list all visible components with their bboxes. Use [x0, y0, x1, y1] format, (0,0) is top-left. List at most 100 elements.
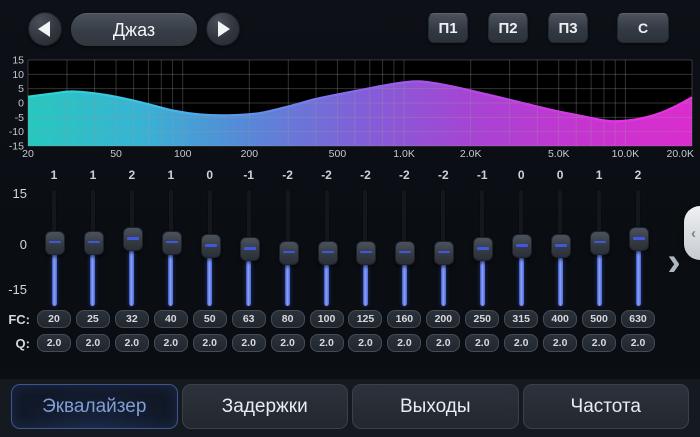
band-fc-button[interactable]: 100	[310, 310, 344, 328]
band-gain-slider[interactable]	[540, 188, 580, 308]
band-gain-value: 2	[112, 168, 152, 182]
preset-name[interactable]: Джаз	[71, 13, 197, 46]
band-q-button[interactable]: 2.0	[310, 334, 344, 352]
band-q-button[interactable]: 2.0	[426, 334, 460, 352]
band-gain-value: 0	[540, 168, 580, 182]
slider-thumb[interactable]	[279, 241, 299, 265]
slider-thumb[interactable]	[473, 237, 493, 261]
band-fc-button[interactable]: 630	[621, 310, 655, 328]
band-gain-slider[interactable]	[307, 188, 347, 308]
band-gain-slider[interactable]	[384, 188, 424, 308]
band-fc-button[interactable]: 25	[76, 310, 110, 328]
preset-next-button[interactable]	[206, 12, 240, 46]
slider-fill	[285, 261, 290, 306]
slider-thumb[interactable]	[434, 241, 454, 265]
svg-text:20.0K: 20.0K	[667, 148, 694, 160]
band-gain-slider[interactable]	[73, 188, 113, 308]
slider-thumb[interactable]	[356, 241, 376, 265]
thumb-accent-line	[283, 251, 295, 254]
slider-thumb[interactable]	[84, 231, 104, 255]
eq-band-80: -2802.0	[268, 168, 308, 362]
band-q-button[interactable]: 2.0	[154, 334, 188, 352]
band-q-button[interactable]: 2.0	[232, 334, 266, 352]
slider-thumb[interactable]	[590, 231, 610, 255]
gain-scale-max: 15	[0, 186, 27, 201]
band-q-button[interactable]: 2.0	[621, 334, 655, 352]
preset-prev-button[interactable]	[28, 12, 62, 46]
slider-thumb[interactable]	[162, 231, 182, 255]
band-fc-button[interactable]: 200	[426, 310, 460, 328]
band-q-button[interactable]: 2.0	[271, 334, 305, 352]
slider-thumb[interactable]	[123, 227, 143, 251]
band-q-button[interactable]: 2.0	[76, 334, 110, 352]
band-fc-button[interactable]: 20	[37, 310, 71, 328]
band-gain-value: 0	[501, 168, 541, 182]
slider-thumb[interactable]	[201, 234, 221, 258]
svg-text:500: 500	[329, 148, 347, 160]
band-q-button[interactable]: 2.0	[582, 334, 616, 352]
thumb-accent-line	[555, 244, 567, 247]
tab-delays[interactable]: Задержки	[182, 384, 349, 429]
right-arrow-icon	[218, 21, 230, 37]
band-q-button[interactable]: 2.0	[543, 334, 577, 352]
slider-thumb[interactable]	[395, 241, 415, 265]
slider-thumb[interactable]	[240, 237, 260, 261]
band-fc-button[interactable]: 40	[154, 310, 188, 328]
thumb-accent-line	[360, 251, 372, 254]
band-gain-slider[interactable]	[34, 188, 74, 308]
band-fc-button[interactable]: 63	[232, 310, 266, 328]
band-gain-slider[interactable]	[112, 188, 152, 308]
slider-thumb[interactable]	[318, 241, 338, 265]
band-q-button[interactable]: 2.0	[348, 334, 382, 352]
band-q-button[interactable]: 2.0	[37, 334, 71, 352]
band-q-button[interactable]: 2.0	[387, 334, 421, 352]
eq-band-630: 26302.0	[618, 168, 658, 362]
band-gain-slider[interactable]	[151, 188, 191, 308]
preset-slot-1[interactable]: П1	[428, 13, 468, 43]
eq-band-250: -12502.0	[462, 168, 502, 362]
band-gain-slider[interactable]	[190, 188, 230, 308]
band-fc-button[interactable]: 250	[465, 310, 499, 328]
slider-thumb[interactable]	[551, 234, 571, 258]
svg-text:1.0K: 1.0K	[393, 148, 415, 160]
band-gain-slider[interactable]	[462, 188, 502, 308]
band-gain-value: -2	[345, 168, 385, 182]
slider-thumb[interactable]	[45, 231, 65, 255]
slider-fill	[480, 257, 485, 306]
thumb-accent-line	[399, 251, 411, 254]
band-gain-slider[interactable]	[229, 188, 269, 308]
band-fc-button[interactable]: 400	[543, 310, 577, 328]
band-q-button[interactable]: 2.0	[465, 334, 499, 352]
band-gain-slider[interactable]	[579, 188, 619, 308]
band-fc-button[interactable]: 50	[193, 310, 227, 328]
fc-row-label: FC:	[0, 312, 30, 327]
band-fc-button[interactable]: 80	[271, 310, 305, 328]
preset-slot-2[interactable]: П2	[488, 13, 528, 43]
eq-band-500: 15002.0	[579, 168, 619, 362]
band-gain-slider[interactable]	[345, 188, 385, 308]
tab-outputs[interactable]: Выходы	[352, 384, 519, 429]
side-panel-handle[interactable]: ‹	[684, 206, 700, 260]
preset-slot-3[interactable]: П3	[548, 13, 588, 43]
band-fc-button[interactable]: 32	[115, 310, 149, 328]
gain-scale-zero: 0	[0, 237, 27, 252]
band-gain-slider[interactable]	[501, 188, 541, 308]
band-fc-button[interactable]: 125	[348, 310, 382, 328]
slider-thumb[interactable]	[512, 234, 532, 258]
slider-thumb[interactable]	[629, 227, 649, 251]
band-q-button[interactable]: 2.0	[115, 334, 149, 352]
band-q-button[interactable]: 2.0	[504, 334, 538, 352]
slider-fill	[90, 251, 95, 306]
tab-frequency[interactable]: Частота	[523, 384, 690, 429]
reset-button[interactable]: C	[617, 13, 669, 43]
eq-band-125: -2 125 2.0	[345, 168, 385, 362]
band-gain-slider[interactable]	[268, 188, 308, 308]
tab-equalizer[interactable]: Эквалайзер	[11, 384, 178, 429]
band-q-button[interactable]: 2.0	[193, 334, 227, 352]
band-gain-slider[interactable]	[423, 188, 463, 308]
band-gain-slider[interactable]	[618, 188, 658, 308]
band-fc-button[interactable]: 500	[582, 310, 616, 328]
band-fc-button[interactable]: 160	[387, 310, 421, 328]
svg-text:10.0K: 10.0K	[612, 148, 639, 160]
band-fc-button[interactable]: 315	[504, 310, 538, 328]
